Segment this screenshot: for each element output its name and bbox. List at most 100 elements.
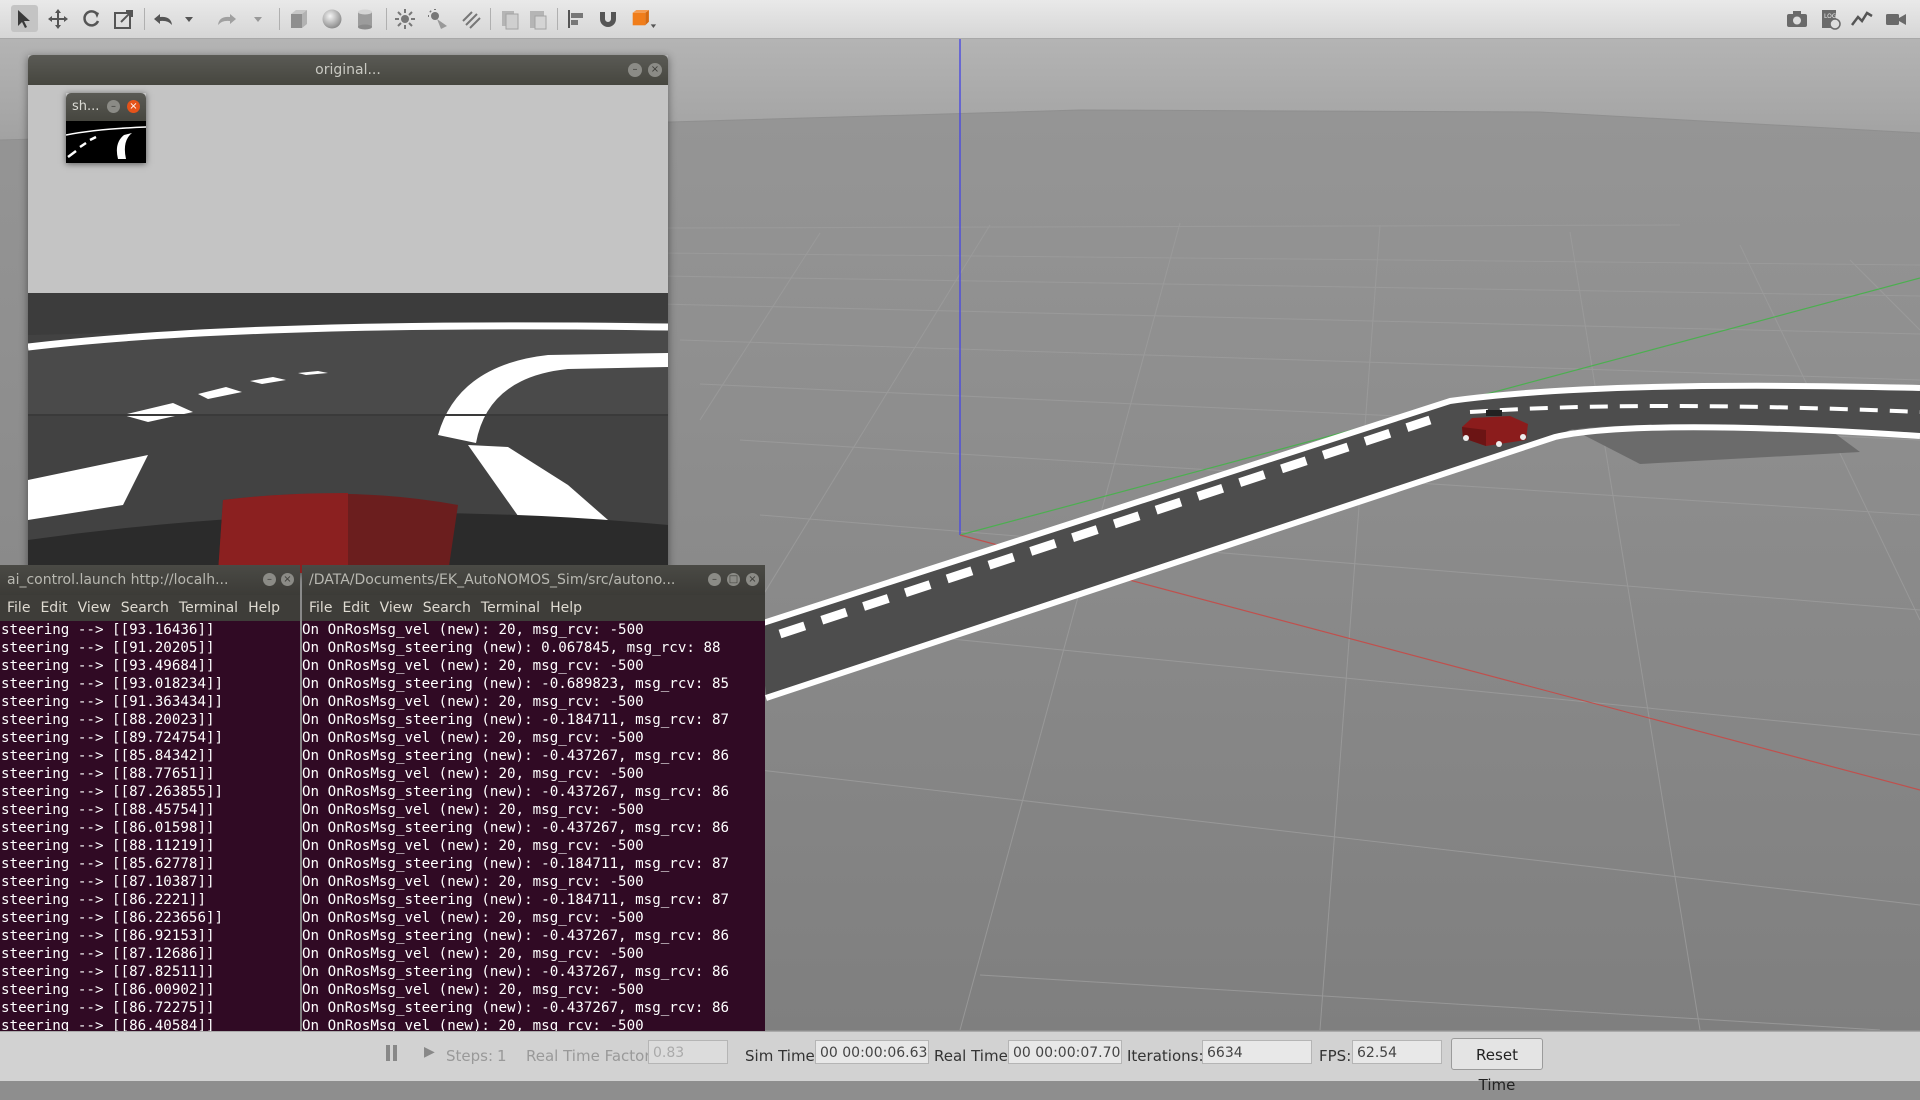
gazebo-toolbar: LOG <box>0 0 1920 39</box>
minimize-icon[interactable]: – <box>628 63 642 77</box>
terminal-line: steering --> [[86.01598]] <box>1 820 215 836</box>
log-icon[interactable]: LOG <box>1816 5 1843 32</box>
menu-edit[interactable]: Edit <box>40 600 67 616</box>
terminal-line: steering --> [[87.12686]] <box>1 946 215 962</box>
terminal-line: On OnRosMsg_vel (new): 20, msg_rcv: -500 <box>302 946 644 962</box>
menu-search[interactable]: Search <box>423 600 471 616</box>
menu-edit[interactable]: Edit <box>342 600 369 616</box>
terminal-line: On OnRosMsg_vel (new): 20, msg_rcv: -500 <box>302 874 644 890</box>
terminal-line: On OnRosMsg_vel (new): 20, msg_rcv: -500 <box>302 730 644 746</box>
menu-view[interactable]: View <box>380 600 413 616</box>
minimize-icon[interactable]: – <box>708 573 721 586</box>
terminal-line: steering --> [[85.62778]] <box>1 856 215 872</box>
terminal-title: /DATA/Documents/EK_AutoNOMOS_Sim/src/aut… <box>309 572 676 588</box>
menu-terminal[interactable]: Terminal <box>481 600 540 616</box>
scale-mode-icon[interactable] <box>110 5 137 32</box>
sphere-shape-icon[interactable] <box>318 5 345 32</box>
redo-icon[interactable] <box>212 5 239 32</box>
step-icon[interactable]: ▶ <box>424 1044 438 1062</box>
iterations-label: Iterations: <box>1127 1047 1204 1065</box>
terminal-line: steering --> [[86.223656]] <box>1 910 224 926</box>
plot-icon[interactable] <box>1848 5 1875 32</box>
pause-icon-bar <box>393 1045 397 1061</box>
select-mode-icon[interactable] <box>11 5 38 32</box>
terminal-line: steering --> [[89.724754]] <box>1 730 224 746</box>
terminal-line: steering --> [[86.72275]] <box>1 1000 215 1016</box>
fps-label: FPS: <box>1319 1047 1352 1065</box>
terminal-line: On OnRosMsg_steering (new): -0.184711, m… <box>302 892 730 908</box>
terminal-line: On OnRosMsg_steering (new): -0.437267, m… <box>302 748 730 764</box>
camera-window-titlebar[interactable]: original... – × <box>28 55 668 85</box>
spot-light-icon[interactable] <box>424 5 451 32</box>
real-time-factor-value: 0.83 <box>648 1040 728 1064</box>
terminal-line: steering --> [[91.363434]] <box>1 694 224 710</box>
menu-file[interactable]: File <box>7 600 30 616</box>
terminal-line: On OnRosMsg_steering (new): -0.437267, m… <box>302 820 730 836</box>
terminal-menubar: File Edit View Search Terminal Help <box>0 595 300 621</box>
terminal-line: steering --> [[85.84342]] <box>1 748 215 764</box>
minimize-icon[interactable]: – <box>107 100 120 113</box>
threshold-image-window[interactable]: sh... – × <box>66 93 146 163</box>
undo-history-icon[interactable] <box>182 5 196 32</box>
close-icon[interactable]: × <box>281 573 294 586</box>
cylinder-shape-icon[interactable] <box>351 5 378 32</box>
translate-mode-icon[interactable] <box>44 5 71 32</box>
close-icon[interactable]: × <box>127 100 140 113</box>
sim-time-value: 00 00:00:06.634 <box>815 1040 929 1064</box>
undo-icon[interactable] <box>150 5 177 32</box>
menu-terminal[interactable]: Terminal <box>179 600 238 616</box>
minimize-icon[interactable]: – <box>263 573 276 586</box>
terminal-line: On OnRosMsg_vel (new): 20, msg_rcv: -500 <box>302 910 644 926</box>
terminal-line: steering --> [[87.10387]] <box>1 874 215 890</box>
record-video-icon[interactable] <box>1882 5 1909 32</box>
menu-search[interactable]: Search <box>121 600 169 616</box>
align-icon[interactable] <box>562 5 589 32</box>
menu-view[interactable]: View <box>78 600 111 616</box>
real-time-label: Real Time: <box>934 1047 1013 1065</box>
terminal-line: steering --> [[88.20023]] <box>1 712 215 728</box>
menu-help[interactable]: Help <box>550 600 582 616</box>
close-icon[interactable]: × <box>648 63 662 77</box>
terminal-output: On OnRosMsg_vel (new): 20, msg_rcv: -500… <box>302 621 765 1035</box>
directional-light-icon[interactable] <box>457 5 484 32</box>
steps-value[interactable]: 1 <box>497 1047 507 1065</box>
terminal-line: On OnRosMsg_vel (new): 20, msg_rcv: -500 <box>302 694 644 710</box>
real-time-factor-label: Real Time Factor: <box>526 1047 656 1065</box>
terminal-line: steering --> [[93.16436]] <box>1 622 215 638</box>
rotate-mode-icon[interactable] <box>77 5 104 32</box>
terminal-line: steering --> [[86.2221]] <box>1 892 206 908</box>
snap-icon[interactable] <box>594 5 621 32</box>
paste-icon[interactable] <box>524 5 551 32</box>
terminal-line: On OnRosMsg_steering (new): -0.689823, m… <box>302 676 730 692</box>
terminal-line: steering --> [[88.45754]] <box>1 802 215 818</box>
menu-file[interactable]: File <box>309 600 332 616</box>
terminal-line: On OnRosMsg_vel (new): 20, msg_rcv: -500 <box>302 766 644 782</box>
real-time-value: 00 00:00:07.700 <box>1008 1040 1122 1064</box>
terminal-line: On OnRosMsg_vel (new): 20, msg_rcv: -500 <box>302 622 644 638</box>
gazebo-plugin-terminal[interactable]: /DATA/Documents/EK_AutoNOMOS_Sim/src/aut… <box>302 565 765 1055</box>
terminal-line: On OnRosMsg_steering (new): -0.184711, m… <box>302 856 730 872</box>
change-view-icon[interactable] <box>630 5 657 32</box>
sim-time-label: Sim Time: <box>745 1047 820 1065</box>
screenshot-icon[interactable] <box>1783 5 1810 32</box>
menu-help[interactable]: Help <box>248 600 280 616</box>
terminal-line: steering --> [[93.49684]] <box>1 658 215 674</box>
close-icon[interactable]: × <box>746 573 759 586</box>
point-light-icon[interactable] <box>391 5 418 32</box>
terminal-line: On OnRosMsg_steering (new): -0.184711, m… <box>302 712 730 728</box>
maximize-icon[interactable]: □ <box>727 573 740 586</box>
redo-history-icon[interactable] <box>251 5 265 32</box>
terminal-title: ai_control.launch http://localh... <box>7 572 229 588</box>
reset-time-button[interactable]: Reset Time <box>1451 1038 1543 1094</box>
ai-control-terminal[interactable]: ai_control.launch http://localh... – × F… <box>0 565 300 1055</box>
terminal-menubar: File Edit View Search Terminal Help <box>302 595 765 621</box>
terminal-titlebar[interactable]: ai_control.launch http://localh... – × <box>0 565 300 595</box>
mini-window-titlebar[interactable]: sh... – × <box>66 93 146 121</box>
iterations-value: 6634 <box>1202 1040 1312 1064</box>
terminal-titlebar[interactable]: /DATA/Documents/EK_AutoNOMOS_Sim/src/aut… <box>302 565 765 595</box>
copy-icon[interactable] <box>496 5 523 32</box>
terminal-line: steering --> [[87.263855]] <box>1 784 224 800</box>
terminal-line: On OnRosMsg_vel (new): 20, msg_rcv: -500 <box>302 982 644 998</box>
box-shape-icon[interactable] <box>285 5 312 32</box>
pause-icon[interactable] <box>386 1045 390 1061</box>
